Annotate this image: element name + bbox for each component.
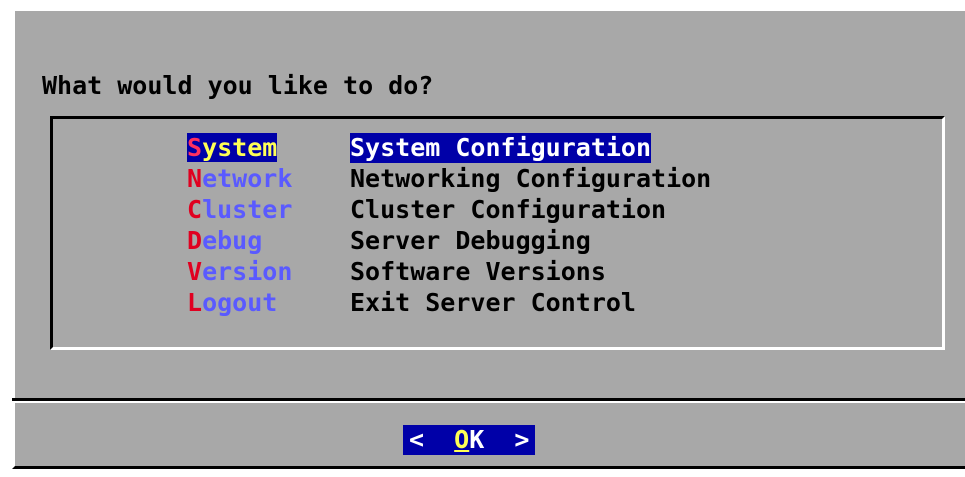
menu-item-hotkey: V [187,257,203,286]
menu-item-hotkey: S [187,133,203,162]
menu-item-description: Cluster Configuration [350,195,667,224]
button-separator [12,398,965,403]
menu-item-description: System Configuration [350,133,652,163]
menu-item-hotkey: C [187,195,203,224]
menu-list: System System Configuration Network Netw… [50,116,945,350]
menu-item-tag: Logout [187,288,350,318]
menu-item-debug[interactable]: Debug Server Debugging [187,226,591,256]
right-arrow-icon: > [514,425,530,454]
menu-item-tag-rest: etwork [202,164,293,193]
menu-item-description: Exit Server Control [350,288,636,317]
menu-item-description: Server Debugging [350,226,591,255]
dialog-window: What would you like to do? System System… [12,8,965,469]
menu-item-hotkey: D [187,226,203,255]
dialog-prompt: What would you like to do? [42,71,434,100]
ok-button-hotkey: O [454,425,470,454]
menu-item-hotkey: L [187,288,203,317]
menu-item-tag-rest: ogout [202,288,278,317]
menu-item-tag-rest: luster [202,195,293,224]
menu-item-tag-rest: ystem [202,133,278,162]
menu-item-network[interactable]: Network Networking Configuration [187,164,711,194]
menu-item-tag-rest: ersion [202,257,293,286]
menu-item-hotkey: N [187,164,203,193]
menu-item-tag: System [187,133,350,163]
menu-item-version[interactable]: Version Software Versions [187,257,606,287]
menu-item-tag: Version [187,257,350,287]
menu-item-cluster[interactable]: Cluster Cluster Configuration [187,195,666,225]
menu-item-tag-rest: ebug [202,226,263,255]
left-arrow-icon: < [409,425,425,454]
menu-item-tag: Cluster [187,195,350,225]
ok-button-label-rest: K [469,425,485,454]
menu-item-system[interactable]: System System Configuration [187,133,652,163]
ok-button[interactable]: < OK > [403,425,536,455]
menu-item-description: Software Versions [350,257,606,286]
menu-item-description: Networking Configuration [350,164,712,193]
menu-item-tag: Debug [187,226,350,256]
menu-item-tag: Network [187,164,350,194]
menu-item-logout[interactable]: Logout Exit Server Control [187,288,636,318]
